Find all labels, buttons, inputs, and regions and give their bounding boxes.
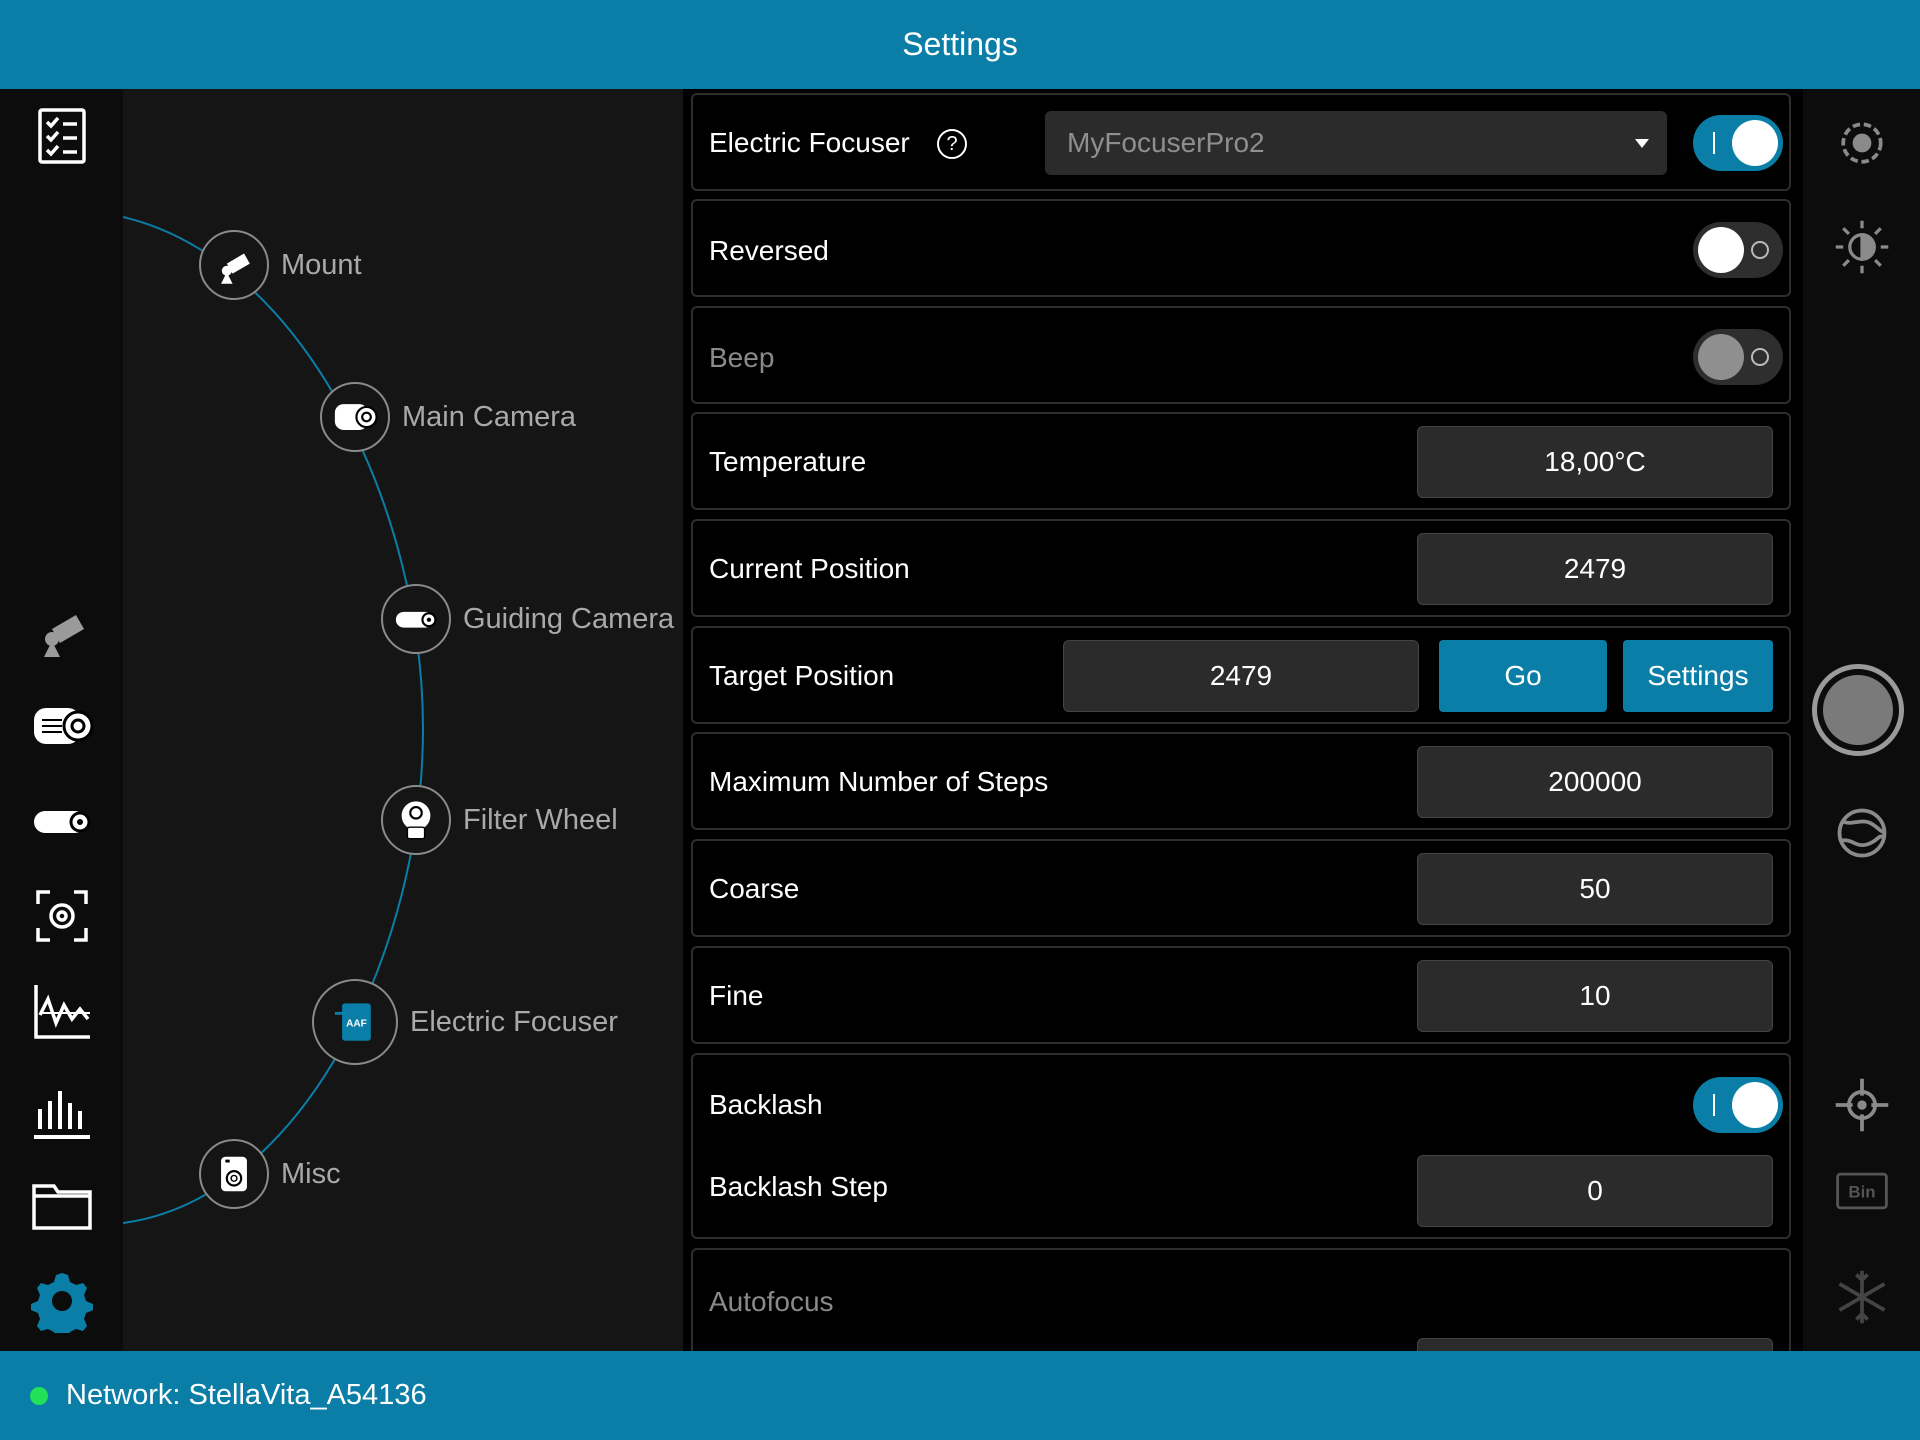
backlash-toggle[interactable] (1693, 1077, 1783, 1133)
gear-icon[interactable] (25, 1264, 99, 1338)
title-bar: Settings (0, 0, 1920, 89)
row-current-position: Current Position 2479 (691, 519, 1791, 617)
chevron-down-icon (1635, 139, 1649, 148)
max-steps-input[interactable]: 200000 (1417, 746, 1773, 818)
folder-icon[interactable] (25, 1169, 99, 1243)
left-nav (0, 89, 123, 1351)
checklist-icon[interactable] (25, 99, 99, 173)
row-label: Backlash (709, 1089, 823, 1120)
electric-focuser-toggle[interactable] (1693, 115, 1783, 171)
settings-panel: Electric Focuser ? MyFocuserPro2 Reverse… (683, 89, 1803, 1351)
focuser-icon: AAF (312, 979, 398, 1065)
misc-icon (199, 1139, 269, 1209)
brightness-icon[interactable] (1830, 215, 1894, 279)
row-label: Electric Focuser (709, 127, 910, 158)
snowflake-icon[interactable] (1830, 1265, 1894, 1329)
target-settings-button[interactable]: Settings (1623, 640, 1773, 712)
row-label: Fine (709, 980, 764, 1011)
row-coarse: Coarse 50 (691, 839, 1791, 937)
mount-icon[interactable] (25, 594, 99, 668)
help-icon[interactable]: ? (937, 129, 967, 159)
row-label: Temperature (709, 446, 867, 477)
network-status-indicator (30, 1386, 48, 1405)
guiding-camera-icon[interactable] (25, 784, 99, 858)
tree-node-label: Filter Wheel (463, 803, 618, 836)
tree-node-label: Misc (281, 1157, 341, 1190)
autofocus-field (1417, 1338, 1773, 1351)
focus-frame-icon[interactable] (25, 879, 99, 953)
go-button[interactable]: Go (1439, 640, 1607, 712)
coarse-input[interactable]: 50 (1417, 853, 1773, 925)
row-target-position: Target Position 2479 Go Settings (691, 626, 1791, 724)
main-camera-icon (320, 382, 390, 452)
shutter-button[interactable] (1812, 664, 1904, 756)
tree-node-label: Electric Focuser (410, 1005, 618, 1038)
histogram-icon[interactable] (25, 1074, 99, 1148)
globe-icon[interactable] (1830, 801, 1894, 865)
target-position-input[interactable]: 2479 (1063, 640, 1419, 712)
fine-input[interactable]: 10 (1417, 960, 1773, 1032)
row-fine: Fine 10 (691, 946, 1791, 1044)
row-beep: Beep (691, 306, 1791, 404)
row-electric-focuser: Electric Focuser ? MyFocuserPro2 (691, 93, 1791, 191)
graph-icon[interactable] (25, 974, 99, 1048)
right-toolbar: Bin (1803, 89, 1920, 1351)
main-camera-icon[interactable] (25, 689, 99, 763)
tree-node-label: Guiding Camera (463, 602, 675, 635)
mount-icon (199, 230, 269, 300)
row-label: Coarse (709, 873, 800, 904)
page-title: Settings (902, 26, 1018, 62)
status-bar: Network: StellaVita_A54136 (0, 1351, 1920, 1440)
guiding-camera-icon (381, 584, 451, 654)
row-temperature: Temperature 18,00°C (691, 412, 1791, 510)
current-position-field: 2479 (1417, 533, 1773, 605)
tree-node-guiding-camera[interactable]: Guiding Camera (381, 584, 674, 654)
tree-node-filter-wheel[interactable]: Filter Wheel (381, 785, 618, 855)
reversed-toggle[interactable] (1693, 222, 1783, 278)
backlash-step-input[interactable]: 0 (1417, 1155, 1773, 1227)
row-label: Target Position (709, 660, 895, 691)
backlash-step-label: Backlash Step (709, 1171, 888, 1202)
row-label: Current Position (709, 553, 910, 584)
aaf-badge: AAF (346, 1018, 367, 1029)
row-label: Autofocus (709, 1286, 834, 1317)
row-label: Beep (709, 342, 775, 373)
bin-icon[interactable]: Bin (1830, 1159, 1894, 1223)
network-label: Network: StellaVita_A54136 (66, 1379, 427, 1411)
focuser-select[interactable]: MyFocuserPro2 (1045, 111, 1667, 175)
row-autofocus: Autofocus (691, 1248, 1791, 1351)
row-backlash: Backlash Backlash Step 0 (691, 1053, 1791, 1239)
crosshair-icon[interactable] (1830, 1073, 1894, 1137)
exposure-dial-icon[interactable] (1830, 111, 1894, 175)
tree-node-electric-focuser[interactable]: AAF Electric Focuser (312, 979, 618, 1065)
row-label: Reversed (709, 235, 829, 266)
beep-toggle[interactable] (1693, 329, 1783, 385)
row-reversed: Reversed (691, 199, 1791, 297)
tree-node-main-camera[interactable]: Main Camera (320, 382, 576, 452)
device-tree: Mount Main Camera Guiding Camera Filter … (123, 89, 683, 1351)
filter-wheel-icon (381, 785, 451, 855)
focuser-select-value: MyFocuserPro2 (1067, 127, 1265, 158)
tree-node-mount[interactable]: Mount (199, 230, 362, 300)
tree-node-label: Mount (281, 248, 362, 281)
bin-label: Bin (1848, 1183, 1875, 1202)
tree-node-label: Main Camera (402, 400, 577, 433)
tree-node-misc[interactable]: Misc (199, 1139, 341, 1209)
row-label: Maximum Number of Steps (709, 766, 1049, 797)
row-max-steps: Maximum Number of Steps 200000 (691, 732, 1791, 830)
temperature-field: 18,00°C (1417, 426, 1773, 498)
